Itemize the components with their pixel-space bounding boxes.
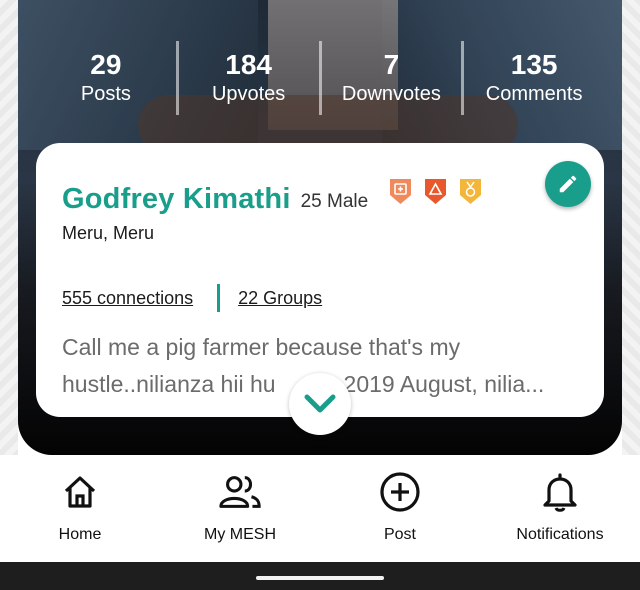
stat-value: 7 — [383, 48, 400, 80]
stat-posts[interactable]: 29 Posts — [36, 40, 176, 115]
connections-link[interactable]: 555 connections — [62, 288, 193, 309]
nav-home[interactable]: Home — [0, 455, 160, 562]
stat-downvotes[interactable]: 7 Downvotes — [322, 40, 462, 115]
right-pattern-edge — [622, 0, 640, 455]
hospital-badge-icon[interactable] — [388, 178, 413, 205]
profile-name: Godfrey Kimathi — [62, 183, 291, 215]
nav-post[interactable]: Post — [320, 455, 480, 562]
home-icon — [58, 470, 102, 514]
stat-value: 184 — [225, 48, 272, 80]
stat-comments[interactable]: 135 Comments — [464, 40, 604, 115]
bio-line-2-start: hustle..nilianza hii hu — [62, 371, 276, 397]
bottom-navigation: Home My MESH Post Notifications — [0, 455, 640, 562]
profile-screen: 29 Posts 184 Upvotes 7 Downvotes 135 Com… — [0, 0, 640, 590]
profile-age-gender: 25 Male — [300, 191, 369, 212]
chevron-down-icon — [304, 394, 336, 413]
bio-line-2-end: 2019 August, nilia... — [343, 371, 545, 397]
people-icon — [218, 470, 262, 514]
nav-notifications-label: Notifications — [516, 526, 604, 543]
name-row: Godfrey Kimathi 25 Male — [62, 181, 368, 217]
nav-notifications[interactable]: Notifications — [480, 455, 640, 562]
bio-line-1: Call me a pig farmer because that's my — [62, 334, 461, 360]
nav-mesh-label: My MESH — [204, 526, 276, 543]
bell-icon — [538, 470, 582, 514]
home-indicator[interactable] — [256, 576, 384, 580]
stat-upvotes[interactable]: 184 Upvotes — [179, 40, 319, 115]
edit-profile-button[interactable] — [545, 161, 591, 207]
profile-stats: 29 Posts 184 Upvotes 7 Downvotes 135 Com… — [36, 40, 604, 115]
hazard-badge-icon[interactable] — [423, 178, 448, 205]
profile-links: 555 connections 22 Groups — [62, 284, 322, 312]
stat-label: Posts — [80, 82, 131, 105]
left-pattern-edge — [0, 0, 18, 455]
add-circle-icon — [378, 470, 422, 514]
stat-label: Upvotes — [211, 82, 286, 105]
profile-location: Meru, Meru — [62, 223, 155, 243]
badge-list — [388, 178, 483, 205]
expand-bio-button[interactable] — [289, 373, 351, 435]
nav-my-mesh[interactable]: My MESH — [160, 455, 320, 562]
groups-link[interactable]: 22 Groups — [238, 288, 322, 309]
stat-label: Comments — [485, 82, 583, 105]
nav-home-label: Home — [58, 526, 102, 543]
medal-badge-icon[interactable] — [458, 178, 483, 205]
stat-value: 135 — [510, 48, 558, 80]
pencil-icon — [559, 175, 577, 193]
nav-post-label: Post — [383, 526, 416, 543]
stat-label: Downvotes — [341, 82, 441, 105]
stat-value: 29 — [90, 48, 122, 80]
system-navigation-bar — [0, 562, 640, 590]
links-divider — [217, 284, 221, 312]
